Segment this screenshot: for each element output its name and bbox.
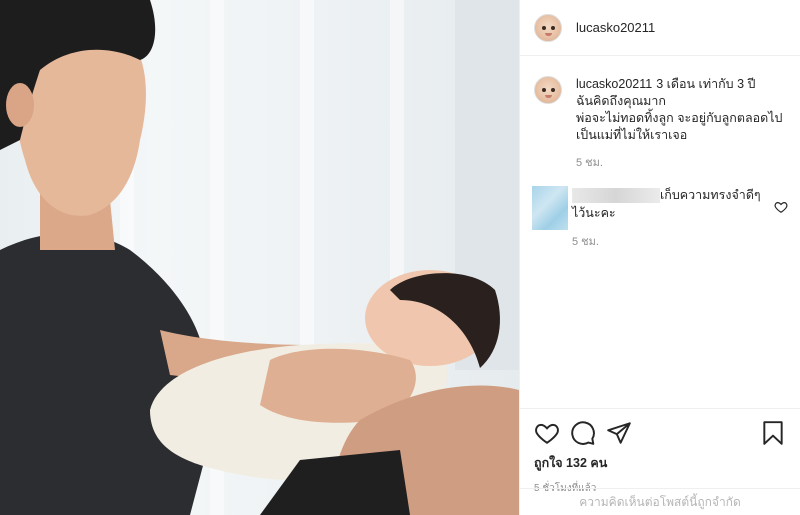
caption-line: ฉันคิดถึงคุณมาก xyxy=(576,94,666,108)
comment-time[interactable]: 5 ชม. xyxy=(572,233,772,251)
caption-username[interactable]: lucasko20211 xyxy=(576,77,652,91)
caption-line: เป็นแม่ที่ไม่ให้เราเจอ xyxy=(576,128,688,142)
caption-comment: lucasko20211 3 เดือน เท่ากับ 3 ปี ฉันคิดถ… xyxy=(534,76,790,172)
action-bar: ถูกใจ 132 คน 5 ชั่วโมงที่แล้ว xyxy=(520,408,800,496)
caption-avatar[interactable] xyxy=(534,76,562,104)
caption-line: 3 เดือน เท่ากับ 3 ปี xyxy=(656,77,756,91)
comments-limited-notice: ความคิดเห็นต่อโพสต์นี้ถูกจำกัด xyxy=(520,488,800,515)
user-avatar[interactable] xyxy=(534,13,562,42)
comment-body: เก็บความทรงจำดีๆ ไว้นะคะ 5 ชม. xyxy=(572,186,772,251)
post-username[interactable]: lucasko20211 xyxy=(576,20,655,35)
caption-line: พ่อจะไม่ทอดทิ้งลูก จะอยู่กับลูกตลอดไป xyxy=(576,111,783,125)
post-photo[interactable] xyxy=(0,0,519,515)
comment-icon[interactable] xyxy=(570,420,596,446)
caption-time[interactable]: 5 ชม. xyxy=(576,155,782,172)
caption-text: lucasko20211 3 เดือน เท่ากับ 3 ปี ฉันคิดถ… xyxy=(576,76,782,172)
comment-heart-icon[interactable] xyxy=(774,200,788,214)
comment-line: ไว้นะคะ xyxy=(572,206,616,220)
action-icons xyxy=(534,419,786,447)
post-side-panel: lucasko20211 lucasko20211 3 เดือน เท่ากับ… xyxy=(519,0,800,515)
comment-line: เก็บความทรงจำดีๆ xyxy=(660,188,761,202)
photo-illustration xyxy=(0,0,519,515)
commenter-name-blurred[interactable] xyxy=(572,188,660,204)
bookmark-icon[interactable] xyxy=(760,420,786,446)
comment-item: เก็บความทรงจำดีๆ ไว้นะคะ 5 ชม. xyxy=(532,186,790,251)
likes-count[interactable]: ถูกใจ 132 คน xyxy=(534,453,786,473)
post-header: lucasko20211 xyxy=(520,0,800,56)
paper-plane-icon[interactable] xyxy=(606,420,632,446)
comments-section: lucasko20211 3 เดือน เท่ากับ 3 ปี ฉันคิดถ… xyxy=(532,76,790,251)
heart-icon[interactable] xyxy=(534,420,560,446)
commenter-avatar-blurred[interactable] xyxy=(532,186,568,230)
